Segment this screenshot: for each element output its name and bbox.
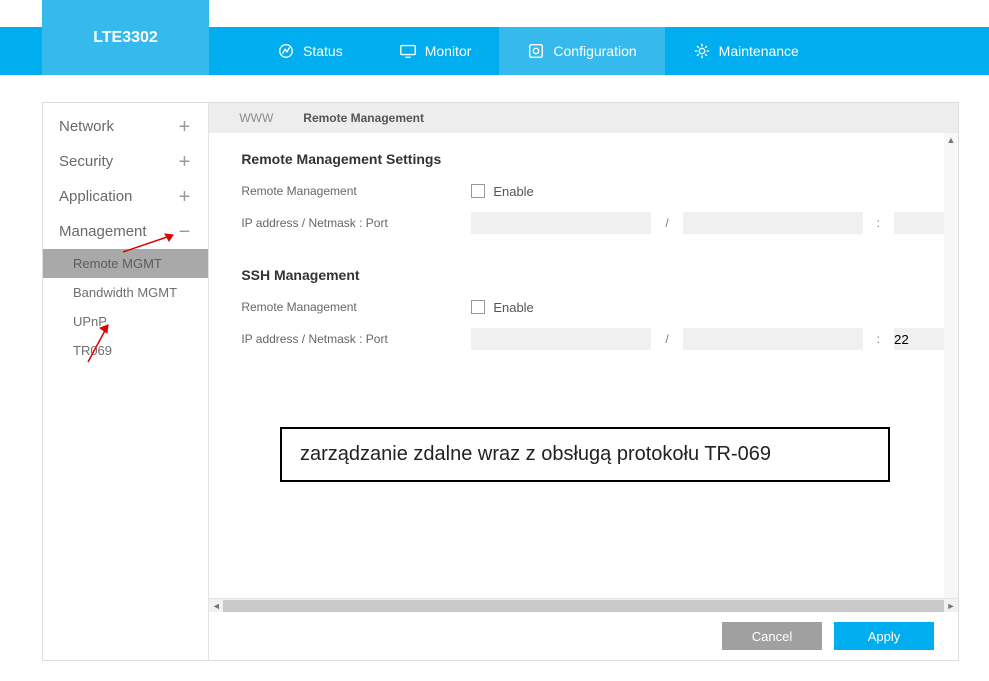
annotation-box: zarządzanie zdalne wraz z obsługą protok… [280, 427, 890, 482]
expand-icon: + [179, 190, 191, 204]
horizontal-scrollbar[interactable]: ◄ ► [209, 598, 958, 612]
ssh-ipnp-label: IP address / Netmask : Port [241, 332, 471, 346]
sidebar-cat-network-label: Network [59, 118, 114, 135]
status-icon [277, 42, 295, 60]
section-ssh-title: SSH Management [241, 267, 944, 283]
sidebar-item-tr069[interactable]: TR069 [43, 336, 208, 365]
sidebar-item-remote-mgmt[interactable]: Remote MGMT [43, 249, 208, 278]
footer-actions: Cancel Apply [209, 612, 958, 660]
sidebar-item-bandwidth-mgmt[interactable]: Bandwidth MGMT [43, 278, 208, 307]
expand-icon: + [179, 120, 191, 134]
ssh-ip-input[interactable] [471, 328, 651, 350]
nav-status-label: Status [303, 43, 343, 59]
settings-pane: Remote Management Settings Remote Manage… [209, 133, 958, 598]
slash-sep: / [659, 332, 674, 346]
monitor-icon [399, 42, 417, 60]
sidebar-cat-network[interactable]: Network + [43, 109, 208, 144]
remote-ipnp-label: IP address / Netmask : Port [241, 216, 471, 230]
nav-maintenance[interactable]: Maintenance [665, 27, 827, 75]
sidebar-cat-security[interactable]: Security + [43, 144, 208, 179]
sidebar-cat-application[interactable]: Application + [43, 179, 208, 214]
nav-maintenance-label: Maintenance [719, 43, 799, 59]
cancel-button[interactable]: Cancel [722, 622, 822, 650]
colon-sep: : [871, 332, 886, 346]
config-icon [527, 42, 545, 60]
expand-icon: + [179, 155, 191, 169]
apply-button[interactable]: Apply [834, 622, 934, 650]
vertical-scrollbar[interactable]: ▲ [944, 133, 958, 598]
sidebar-cat-security-label: Security [59, 153, 113, 170]
ssh-mgmt-label: Remote Management [241, 300, 471, 314]
main-shell: Network + Security + Application + Manag… [42, 102, 959, 661]
scroll-right-icon: ► [944, 599, 958, 613]
sub-tabs: WWW Remote Management [209, 103, 958, 133]
nav-monitor-label: Monitor [425, 43, 472, 59]
content-area: WWW Remote Management Remote Management … [209, 103, 958, 660]
remote-mgmt-enable-label: Enable [493, 184, 533, 199]
nav-configuration-label: Configuration [553, 43, 636, 59]
colon-sep: : [871, 216, 886, 230]
scroll-left-icon: ◄ [209, 599, 223, 613]
sidebar-cat-application-label: Application [59, 188, 132, 205]
sidebar-cat-management[interactable]: Management − [43, 214, 208, 249]
remote-mgmt-enable-checkbox[interactable] [471, 184, 485, 198]
remote-mgmt-label: Remote Management [241, 184, 471, 198]
scroll-thumb[interactable] [223, 600, 944, 612]
ssh-enable-checkbox[interactable] [471, 300, 485, 314]
ssh-netmask-input[interactable] [683, 328, 863, 350]
remote-port-input[interactable] [894, 212, 944, 234]
nav-monitor[interactable]: Monitor [371, 27, 500, 75]
tab-remote-management[interactable]: Remote Management [303, 111, 424, 125]
scroll-up-icon: ▲ [944, 133, 958, 147]
tab-www[interactable]: WWW [239, 111, 273, 125]
sidebar-item-upnp[interactable]: UPnP [43, 307, 208, 336]
sidebar: Network + Security + Application + Manag… [43, 103, 209, 660]
collapse-icon: − [179, 225, 191, 239]
brand-tab[interactable]: LTE3302 [42, 0, 209, 75]
gear-icon [693, 42, 711, 60]
ssh-enable-label: Enable [493, 300, 533, 315]
top-nav: LTE3302 Status Monitor Configuration Mai… [0, 27, 989, 75]
sidebar-cat-management-label: Management [59, 223, 147, 240]
slash-sep: / [659, 216, 674, 230]
remote-netmask-input[interactable] [683, 212, 863, 234]
ssh-port-input[interactable] [894, 328, 944, 350]
nav-status[interactable]: Status [249, 27, 371, 75]
section-remote-title: Remote Management Settings [241, 151, 944, 167]
nav-configuration[interactable]: Configuration [499, 27, 664, 75]
remote-ip-input[interactable] [471, 212, 651, 234]
